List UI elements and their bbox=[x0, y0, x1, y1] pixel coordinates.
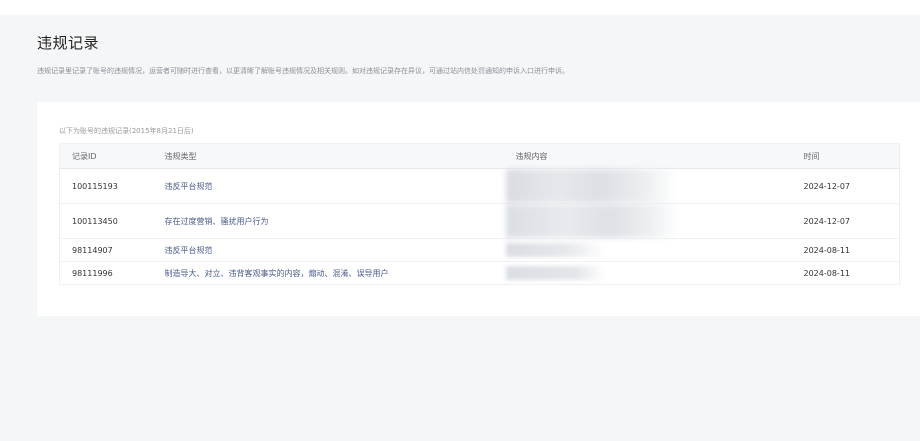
violation-content-redacted bbox=[503, 203, 792, 239]
violation-records-table: 记录ID 违规类型 违规内容 时间 100115193 违反平台规范 2024-… bbox=[59, 143, 900, 285]
record-id: 100115193 bbox=[59, 168, 153, 204]
redaction-blur bbox=[505, 169, 678, 203]
table-row: 100113450 存在过度营销、骚扰用户行为 2024-12-07 bbox=[59, 203, 900, 239]
header-violation-type: 违规类型 bbox=[152, 143, 504, 169]
records-card: 以下为账号的违规记录(2015年8月21日后) 记录ID 违规类型 违规内容 时… bbox=[37, 102, 920, 316]
violation-type: 违反平台规范 bbox=[152, 238, 504, 262]
header-violation-content: 违规内容 bbox=[503, 143, 792, 169]
header-record-id: 记录ID bbox=[59, 143, 153, 169]
record-id: 98114907 bbox=[59, 238, 153, 262]
record-time: 2024-12-07 bbox=[791, 168, 900, 204]
header-time: 时间 bbox=[791, 143, 900, 169]
redaction-blur bbox=[505, 204, 678, 238]
page-description: 违规记录里记录了账号的违规情况，运营者可随时进行查看，以更清晰了解账号违规情况及… bbox=[37, 67, 569, 75]
violation-content-redacted bbox=[503, 261, 792, 285]
page-title: 违规记录 bbox=[37, 34, 100, 52]
record-time: 2024-08-11 bbox=[791, 238, 900, 262]
record-id: 98111996 bbox=[59, 261, 153, 285]
record-time: 2024-08-11 bbox=[791, 261, 900, 285]
table-row: 98114907 违反平台规范 2024-08-11 bbox=[59, 238, 900, 262]
records-caption: 以下为账号的违规记录(2015年8月21日后) bbox=[59, 127, 194, 135]
redaction-blur bbox=[505, 266, 606, 280]
page-header: 违规记录 违规记录里记录了账号的违规情况，运营者可随时进行查看，以更清晰了解账号… bbox=[0, 15, 920, 102]
record-id: 100113450 bbox=[59, 203, 153, 239]
violation-type: 制造导大、对立、违背客观事实的内容，煽动、混淆、误导用户 bbox=[152, 261, 504, 285]
violation-type: 存在过度营销、骚扰用户行为 bbox=[152, 203, 504, 239]
record-time: 2024-12-07 bbox=[791, 203, 900, 239]
table-header-row: 记录ID 违规类型 违规内容 时间 bbox=[59, 143, 900, 169]
violation-type: 违反平台规范 bbox=[152, 168, 504, 204]
table-row: 100115193 违反平台规范 2024-12-07 bbox=[59, 168, 900, 204]
redaction-blur bbox=[505, 243, 606, 257]
top-bar bbox=[0, 0, 920, 15]
violation-content-redacted bbox=[503, 168, 792, 204]
table-row: 98111996 制造导大、对立、违背客观事实的内容，煽动、混淆、误导用户 20… bbox=[59, 261, 900, 285]
violation-content-redacted bbox=[503, 238, 792, 262]
